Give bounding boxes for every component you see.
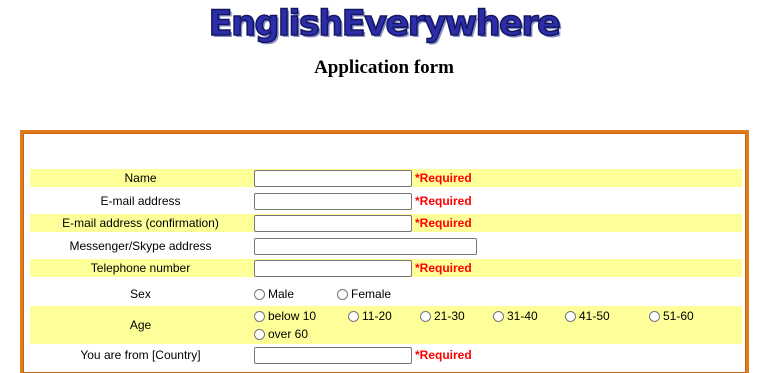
messenger-input[interactable] (254, 237, 477, 255)
form-row-sex: Sex Male Female (30, 286, 742, 302)
radio-button[interactable] (565, 310, 576, 322)
form-row-name: Name *Required (30, 169, 742, 187)
radio-sex-male-label: Male (268, 287, 295, 301)
form-row-telephone: Telephone number *Required (30, 259, 742, 277)
email-required-note: *Required (415, 194, 472, 208)
radio-age-51-60[interactable]: 51-60 (649, 309, 694, 323)
email-confirm-input[interactable] (254, 214, 412, 232)
radio-button[interactable] (254, 328, 265, 340)
radio-button[interactable] (420, 310, 431, 322)
radio-button[interactable] (254, 310, 265, 322)
messenger-label: Messenger/Skype address (69, 239, 212, 253)
radio-age-label: 41-50 (579, 309, 610, 323)
radio-age-label: 21-30 (434, 309, 465, 323)
email-input[interactable] (254, 192, 412, 210)
telephone-required-note: *Required (415, 261, 472, 275)
email-confirm-required-note: *Required (415, 216, 472, 230)
radio-age-label: 51-60 (663, 309, 694, 323)
radio-button[interactable] (254, 288, 265, 300)
radio-age-label: below 10 (268, 309, 317, 323)
country-input[interactable] (254, 346, 412, 364)
name-label: Name (124, 171, 157, 185)
telephone-label: Telephone number (90, 261, 191, 275)
radio-sex-female[interactable]: Female (337, 287, 391, 301)
page-title: Application form (314, 57, 454, 78)
site-logo-wrap: EnglishEverywhere (0, 3, 768, 45)
email-label: E-mail address (100, 194, 181, 208)
form-row-messenger: Messenger/Skype address (30, 237, 742, 255)
email-confirm-label: E-mail address (confirmation) (62, 216, 219, 230)
radio-age-41-50[interactable]: 41-50 (565, 309, 610, 323)
radio-age-below-10[interactable]: below 10 (254, 309, 316, 323)
radio-sex-male[interactable]: Male (254, 287, 294, 301)
radio-age-label: 11-20 (362, 309, 392, 323)
radio-age-21-30[interactable]: 21-30 (420, 309, 465, 323)
radio-button[interactable] (649, 310, 660, 322)
form-row-email-confirm: E-mail address (confirmation) *Required (30, 214, 742, 232)
sex-label: Sex (130, 287, 151, 301)
name-input[interactable] (254, 169, 412, 187)
radio-age-over-60[interactable]: over 60 (254, 327, 308, 341)
telephone-input[interactable] (254, 259, 412, 277)
radio-button[interactable] (348, 310, 359, 322)
radio-age-31-40[interactable]: 31-40 (493, 309, 538, 323)
radio-age-label: over 60 (268, 327, 309, 341)
name-required-note: *Required (415, 171, 472, 185)
radio-age-11-20[interactable]: 11-20 (348, 309, 392, 323)
age-label: Age (129, 318, 152, 332)
radio-button[interactable] (493, 310, 504, 322)
site-logo: EnglishEverywhere (208, 3, 562, 45)
radio-age-label: 31-40 (507, 309, 538, 323)
form-row-country: You are from [Country] *Required (30, 346, 742, 364)
radio-sex-female-label: Female (351, 287, 392, 301)
form-row-email: E-mail address *Required (30, 192, 742, 210)
form-row-age: Age below 10 11-20 21-30 31-40 41-50 51-… (30, 306, 742, 344)
radio-button[interactable] (337, 288, 349, 300)
